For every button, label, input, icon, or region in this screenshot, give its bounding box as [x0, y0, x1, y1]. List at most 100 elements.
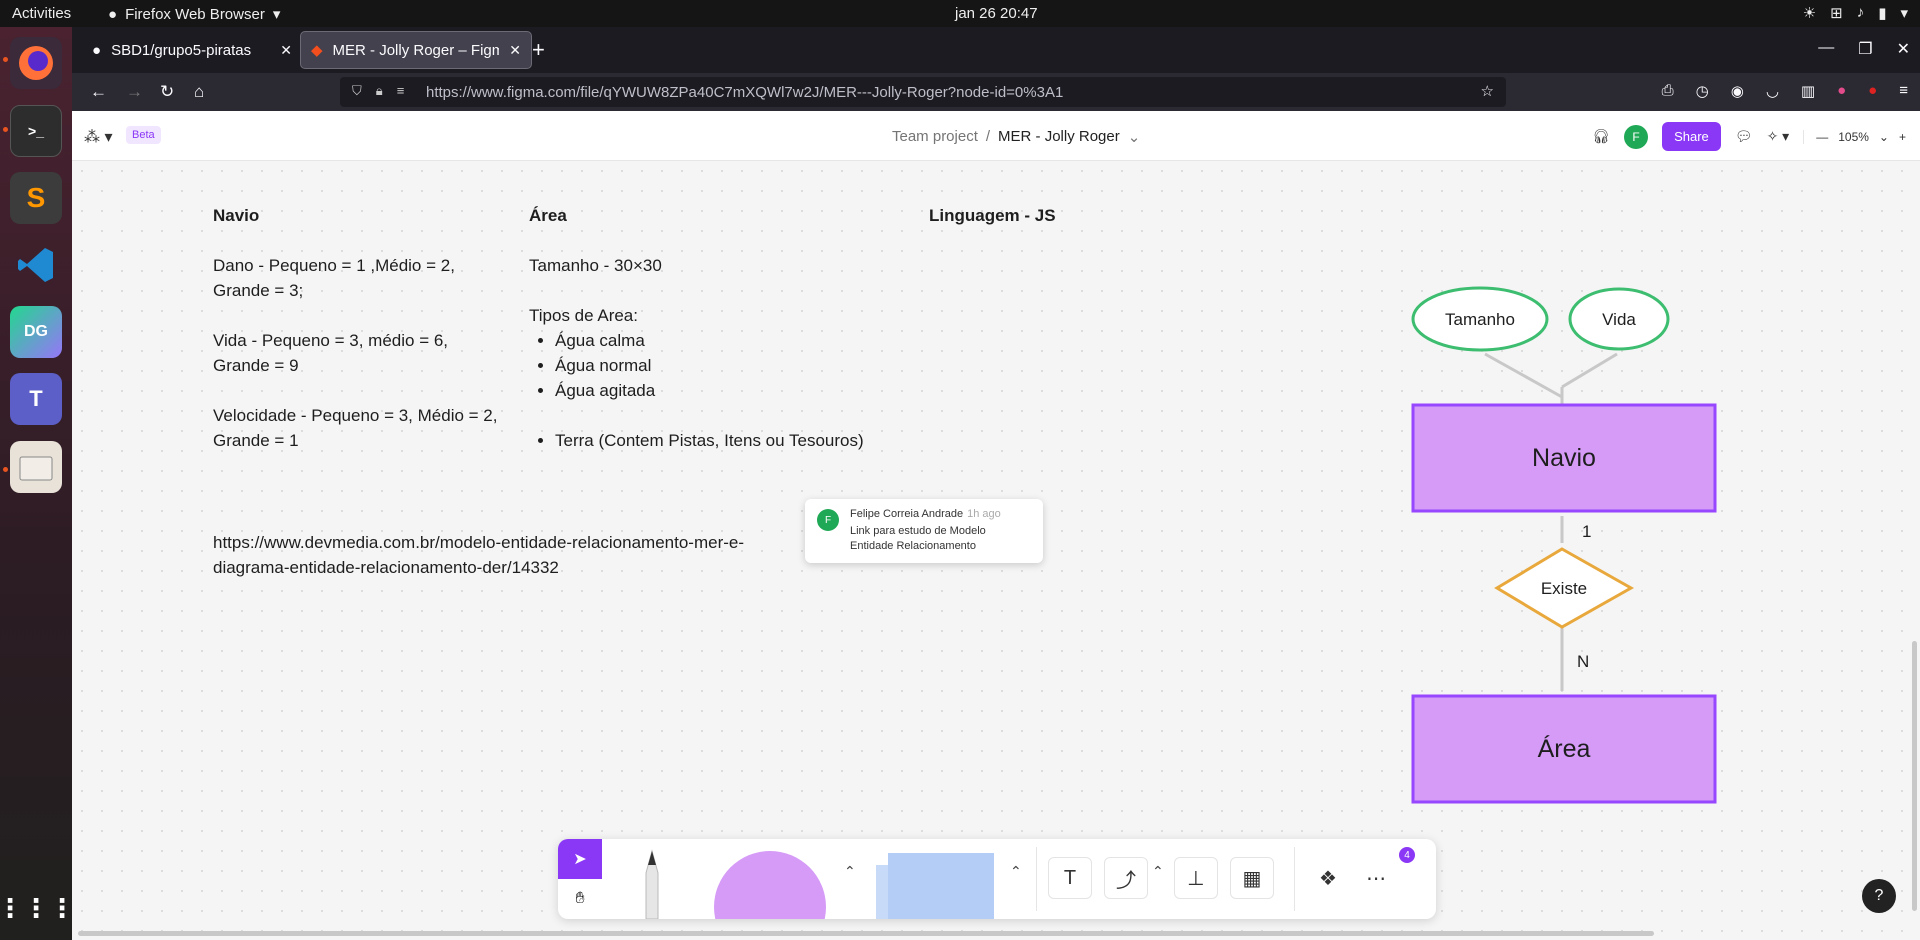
vscode-icon[interactable] [10, 239, 62, 291]
dock: >_ S DG T ⋮⋮⋮ [0, 27, 75, 940]
close-icon[interactable]: ✕ [509, 42, 521, 59]
close-window-icon[interactable]: ✕ [1897, 39, 1910, 59]
pocket-icon[interactable]: ◡ [1766, 82, 1779, 100]
running-indicator [3, 467, 8, 472]
toolbar-icons: ⎙ ◷ ◉ ◡ ▥ ● ● ≡ [1662, 82, 1908, 100]
entity-navio-label: Navio [1532, 444, 1596, 472]
section-tool-icon[interactable]: ▦ [1230, 857, 1274, 899]
terminal-icon[interactable]: >_ [10, 105, 62, 157]
browser-tab-bar: ● SBD1/grupo5-piratas ✕ ◆ MER - Jolly Ro… [72, 27, 1920, 73]
history-icon[interactable]: ◷ [1696, 82, 1709, 100]
minimize-icon[interactable]: — [1818, 39, 1834, 59]
lock-icon[interactable]: 🔒︎ [376, 83, 383, 99]
github-icon: ● [92, 41, 102, 59]
share-button[interactable]: Share [1662, 122, 1721, 151]
hand-tool-icon[interactable]: ✋︎ [558, 879, 602, 919]
stamp-tool-icon[interactable]: ⊥ [1174, 857, 1218, 899]
components-tool-icon[interactable]: ❖ [1306, 857, 1350, 899]
brightness-icon: ☀ [1802, 5, 1817, 22]
marker-tool-icon[interactable] [630, 849, 674, 919]
attribute-tamanho-label: Tamanho [1445, 310, 1515, 329]
maximize-icon[interactable]: ❐ [1858, 39, 1872, 59]
firefox-icon[interactable] [10, 37, 62, 89]
sticky-note-tool-icon[interactable] [888, 853, 994, 919]
sidebar-icon[interactable]: ▥ [1801, 82, 1815, 100]
permissions-icon[interactable]: ≡ [397, 83, 405, 99]
chevron-down-icon[interactable]: ⌄ [1879, 130, 1889, 144]
zoom-in-icon[interactable]: + [1899, 130, 1906, 144]
home-icon[interactable]: ⌂ [194, 82, 204, 102]
app-grid-icon[interactable]: ⋮⋮⋮ [0, 882, 75, 934]
extension-icon[interactable]: ● [1868, 82, 1877, 100]
chevron-down-icon[interactable]: ⌄ [1128, 128, 1141, 146]
figma-header: ⁂ ▾ Beta Team project / MER - Jolly Roge… [72, 111, 1920, 161]
datagrip-icon[interactable]: DG [10, 306, 62, 358]
close-icon[interactable]: ✕ [280, 42, 292, 59]
url-bar[interactable]: ⛉ 🔒︎ ≡ https://www.figma.com/file/qYWUW8… [340, 77, 1506, 107]
text-tool-icon[interactable]: T [1048, 857, 1092, 899]
running-indicator [3, 127, 8, 132]
clock[interactable]: jan 26 20:47 [955, 5, 1038, 22]
new-tab-icon[interactable]: + [532, 37, 545, 63]
back-icon[interactable]: ← [90, 82, 107, 102]
divider [1294, 847, 1295, 911]
relationship-existe-label: Existe [1541, 579, 1587, 598]
app-menu-label: Firefox Web Browser [125, 5, 265, 23]
app-menu[interactable]: ● Firefox Web Browser ▾ [108, 5, 280, 24]
figjam-canvas[interactable]: Navio Dano - Pequeno = 1 ,Médio = 2, Gra… [72, 161, 1920, 940]
tab-label: MER - Jolly Roger – Figma [332, 41, 500, 59]
er-diagram: Tamanho Vida Navio 1 Existe N Área [1411, 286, 1717, 804]
firefox-icon: ● [108, 5, 118, 23]
breadcrumb-separator: / [985, 128, 991, 145]
connector-tool-icon[interactable]: ⤴ [1104, 857, 1148, 899]
extension-icon[interactable]: ● [1837, 82, 1846, 100]
help-button[interactable]: ? [1862, 879, 1896, 913]
chevron-up-icon[interactable]: ⌃ [844, 863, 856, 880]
tab-github[interactable]: ● SBD1/grupo5-piratas ✕ [82, 31, 302, 69]
notification-badge: 4 [1399, 847, 1415, 863]
file-name[interactable]: MER - Jolly Roger [998, 128, 1120, 146]
battery-icon: ▮ [1878, 5, 1887, 22]
activities-button[interactable]: Activities [12, 5, 71, 22]
tab-figma[interactable]: ◆ MER - Jolly Roger – Figma ✕ [300, 31, 532, 69]
shape-tool-icon[interactable] [714, 851, 826, 919]
print-icon[interactable]: ⎙ [1662, 82, 1674, 100]
breadcrumb-project[interactable]: Team project [892, 128, 978, 146]
forward-icon[interactable]: → [126, 82, 143, 102]
select-tool-icon[interactable]: ➤ [558, 839, 602, 879]
chevron-up-icon[interactable]: ⌃ [1152, 863, 1164, 880]
headphones-icon[interactable]: 🎧︎ [1592, 128, 1610, 145]
menu-icon[interactable]: ≡ [1899, 82, 1908, 100]
attribute-vida-label: Vida [1602, 310, 1636, 329]
volume-icon: ♪ [1856, 4, 1865, 21]
system-tray[interactable]: ☀ ⊞ ♪ ▮ ▾ [1803, 4, 1908, 22]
teams-icon[interactable]: T [10, 373, 62, 425]
files-icon[interactable] [10, 441, 62, 493]
figma-icon: ◆ [311, 42, 323, 59]
zoom-level[interactable]: 105% [1838, 130, 1869, 144]
vertical-scrollbar[interactable] [1912, 641, 1917, 911]
private-mask-icon[interactable]: ◉ [1731, 82, 1744, 100]
running-indicator [3, 57, 8, 62]
more-tools-icon[interactable]: ⋯ [1354, 857, 1398, 899]
reload-icon[interactable]: ↻ [160, 82, 174, 102]
system-top-bar: Activities ● Firefox Web Browser ▾ jan 2… [0, 0, 1920, 27]
beta-badge: Beta [126, 126, 161, 144]
shield-icon[interactable]: ⛉ [352, 83, 362, 99]
breadcrumb: Team project / MER - Jolly Roger ⌄ [892, 128, 1140, 146]
divider [1036, 847, 1037, 911]
zoom-out-icon[interactable]: — [1816, 130, 1828, 144]
chevron-up-icon[interactable]: ⌃ [1010, 863, 1022, 880]
ai-sparkle-icon[interactable]: ✧ ▾ [1767, 128, 1790, 145]
url-text[interactable]: https://www.figma.com/file/qYWUW8ZPa40C7… [426, 84, 1063, 101]
tab-label: SBD1/grupo5-piratas [111, 41, 252, 59]
comment-icon[interactable]: 💬︎ [1735, 128, 1753, 145]
sublime-text-icon[interactable]: S [10, 172, 62, 224]
figjam-menu-icon[interactable]: ⁂ ▾ [84, 127, 112, 147]
creation-toolbar: ➤ ✋︎ ⌃ ⌃ T ⤴ ⌃ ⊥ ▦ ❖ ⋯ [558, 839, 1436, 919]
bookmark-star-icon[interactable]: ☆ [1481, 82, 1494, 100]
browser-nav-bar: ← → ↻ ⌂ ⛉ 🔒︎ ≡ https://www.figma.com/fil… [72, 73, 1920, 111]
avatar[interactable]: F [1624, 124, 1649, 149]
header-actions: 🎧︎ F Share 💬︎ ✧ ▾ — 105% ⌄ + [1592, 122, 1906, 151]
horizontal-scrollbar[interactable] [78, 931, 1654, 936]
